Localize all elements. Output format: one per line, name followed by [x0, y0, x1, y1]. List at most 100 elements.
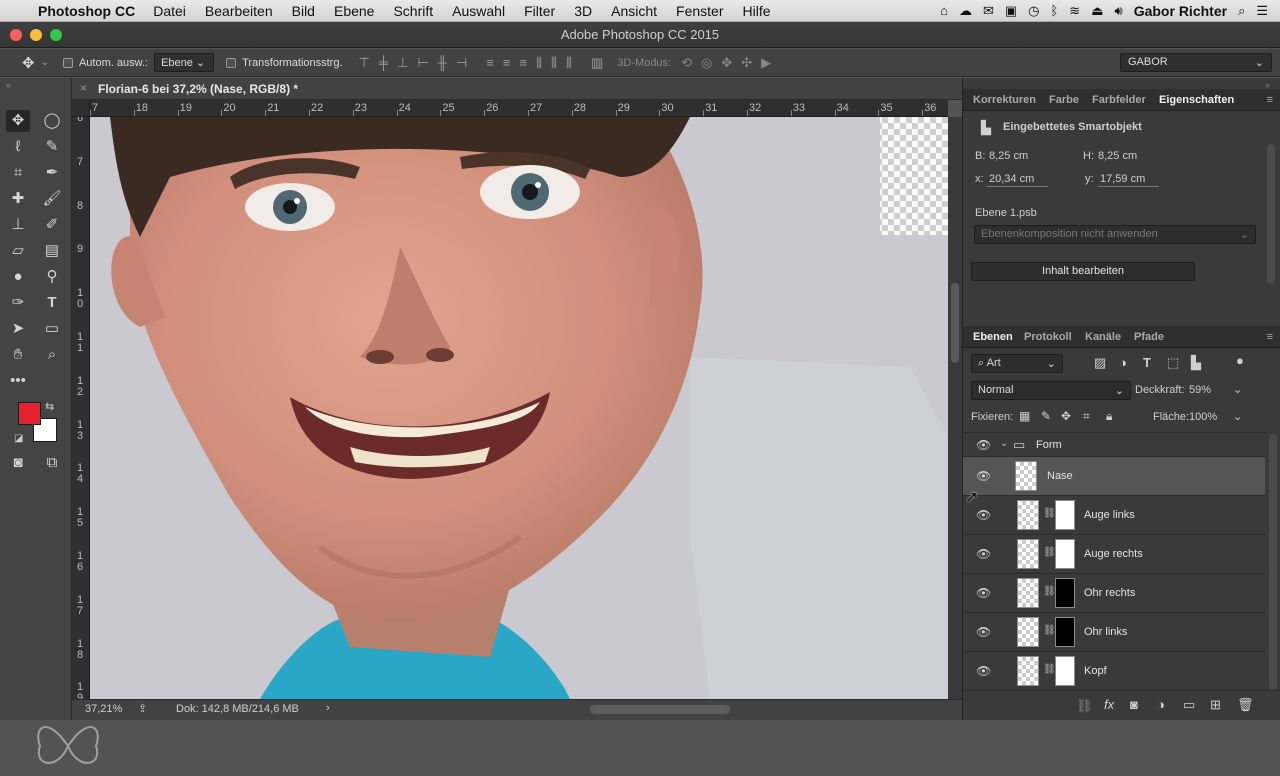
lock-transparency-icon[interactable]: ▦ [1019, 409, 1030, 423]
layer-comp-dropdown[interactable]: Ebenenkomposition nicht anwenden ⌄ [974, 225, 1256, 244]
3d-pan-icon[interactable]: ✥ [721, 55, 732, 71]
tab-korrekturen[interactable]: Korrekturen [973, 94, 1036, 106]
horizontal-scroll-thumb[interactable] [590, 705, 730, 714]
menu-fenster[interactable]: Fenster [676, 3, 723, 19]
visibility-eye-icon[interactable]: 👁︎ [976, 438, 991, 452]
quick-select-icon[interactable]: ✎ [40, 136, 64, 158]
tab-farbe[interactable]: Farbe [1049, 94, 1079, 106]
lock-pixels-icon[interactable]: ✎ [1041, 409, 1051, 423]
opacity-value[interactable]: 59% [1189, 384, 1211, 396]
eraser-icon[interactable]: ▱ [6, 240, 30, 262]
new-group-icon[interactable]: ▭ [1183, 697, 1195, 713]
chevron-down-icon[interactable]: ⌄ [41, 57, 49, 68]
distribute-left-icon[interactable]: ⫼ [536, 55, 542, 71]
auto-select-checkbox[interactable] [62, 57, 73, 68]
menu-app-name[interactable]: Photoshop CC [38, 3, 135, 19]
chevron-down-icon[interactable]: ⌄ [1000, 438, 1008, 449]
visibility-eye-icon[interactable]: 👁︎ [976, 586, 991, 600]
layer-mask-thumbnail[interactable] [1055, 539, 1075, 569]
menu-schrift[interactable]: Schrift [393, 3, 433, 19]
auto-align-icon[interactable]: ▥ [591, 55, 603, 71]
add-mask-icon[interactable]: ◙ [1130, 697, 1138, 712]
minimize-window-button[interactable] [30, 29, 42, 41]
3d-roll-icon[interactable]: ◎ [701, 55, 712, 71]
tab-protokoll[interactable]: Protokoll [1024, 331, 1072, 343]
align-vcenter-icon[interactable]: ╪ [379, 55, 388, 71]
mail-icon[interactable]: ✉ [983, 3, 994, 19]
type-icon[interactable]: T [40, 292, 64, 314]
list-icon[interactable]: ☰ [1256, 3, 1268, 19]
auto-select-dropdown[interactable]: Ebene ⌄ [154, 53, 215, 72]
distribute-bottom-icon[interactable]: ≡ [519, 55, 527, 71]
link-mask-icon[interactable]: ⛓︎ [1043, 625, 1056, 636]
crop-icon[interactable]: ⌗ [6, 162, 30, 184]
layer-group-row[interactable]: 👁︎ ⌄ ▭ Form [963, 433, 1265, 457]
new-layer-icon[interactable]: ⊞ [1210, 697, 1221, 713]
menu-bild[interactable]: Bild [292, 3, 315, 19]
opacity-chevron-icon[interactable]: ⌄ [1233, 383, 1242, 396]
wifi-icon[interactable]: ≋ [1069, 3, 1080, 19]
layer-row[interactable]: 👁︎ ⛓︎ Auge rechts [963, 535, 1265, 574]
tab-ebenen[interactable]: Ebenen [973, 331, 1013, 343]
properties-scrollbar[interactable] [1267, 144, 1275, 284]
canvas-scroll-thumb[interactable] [951, 283, 959, 363]
zoom-level[interactable]: 37,21% [85, 703, 122, 715]
more-tools-icon[interactable]: ••• [6, 370, 30, 392]
link-mask-icon[interactable]: ⛓︎ [1043, 508, 1056, 519]
screen-icon[interactable]: ▣ [1005, 3, 1017, 19]
3d-scale-icon[interactable]: ▶ [761, 55, 771, 71]
link-mask-icon[interactable]: ⛓︎ [1043, 547, 1056, 558]
filter-adjustment-icon[interactable]: ◑ [1119, 355, 1127, 370]
transform-controls-checkbox[interactable] [226, 57, 237, 68]
lock-all-icon[interactable]: 🔒︎ [1106, 409, 1112, 424]
distribute-top-icon[interactable]: ≡ [486, 55, 494, 71]
lock-position-icon[interactable]: ✥ [1061, 409, 1071, 423]
layer-mask-thumbnail[interactable] [1055, 617, 1075, 647]
healing-brush-icon[interactable]: ✚ [6, 188, 30, 210]
pen-icon[interactable]: ✑ [6, 292, 30, 314]
tab-farbfelder[interactable]: Farbfelder [1092, 94, 1146, 106]
menu-3d[interactable]: 3D [574, 3, 592, 19]
menu-ebene[interactable]: Ebene [334, 3, 374, 19]
layers-menu-icon[interactable]: ≡ [1267, 331, 1273, 343]
layer-row[interactable]: 👁︎ ⛓︎ Kopf [963, 652, 1265, 691]
ellipse-marquee-icon[interactable]: ◯ [40, 110, 64, 132]
tab-eigenschaften[interactable]: Eigenschaften [1159, 94, 1234, 106]
move-tool-icon[interactable]: ✥ [6, 110, 30, 132]
align-top-icon[interactable]: ⊤ [359, 55, 370, 71]
dodge-icon[interactable]: ⚲ [40, 266, 64, 288]
ruler-origin[interactable] [72, 100, 90, 117]
panel-menu-icon[interactable]: ≡ [1267, 94, 1273, 106]
layers-scrollbar[interactable] [1269, 434, 1277, 690]
home-icon[interactable]: ⌂ [940, 3, 948, 18]
cloud-icon[interactable]: ☁ [959, 3, 972, 19]
eject-icon[interactable]: ⏏ [1091, 3, 1103, 19]
layer-thumbnail[interactable] [1017, 539, 1039, 569]
document-tab[interactable]: × Florian-6 bei 37,2% (Nase, RGB/8) * [72, 78, 962, 100]
3d-orbit-icon[interactable]: ⟲ [681, 55, 692, 71]
swap-colors-icon[interactable]: ⇆ [45, 400, 54, 413]
close-document-icon[interactable]: × [80, 81, 87, 95]
menu-datei[interactable]: Datei [153, 3, 186, 19]
eyedropper-icon[interactable]: ✒ [40, 162, 64, 184]
vertical-ruler[interactable]: 67891 01 11 21 31 41 51 61 71 81 92 0 [72, 117, 90, 699]
align-left-icon[interactable]: ⊢ [417, 55, 428, 71]
filter-pixel-icon[interactable]: ▨ [1094, 355, 1106, 371]
close-window-button[interactable] [10, 29, 22, 41]
filter-smartobject-icon[interactable]: ▙ [1191, 355, 1201, 371]
history-brush-icon[interactable]: ✐ [40, 214, 64, 236]
visibility-eye-icon[interactable]: 👁︎ [976, 508, 991, 522]
document-canvas[interactable] [90, 117, 948, 699]
filter-toggle-icon[interactable]: ● [1236, 353, 1244, 368]
zoom-icon[interactable]: ⌕ [40, 344, 64, 366]
stamp-icon[interactable]: ⊥ [6, 214, 30, 236]
layer-thumbnail[interactable] [1017, 500, 1039, 530]
link-mask-icon[interactable]: ⛓︎ [1043, 586, 1056, 597]
menu-ansicht[interactable]: Ansicht [611, 3, 657, 19]
menu-bearbeiten[interactable]: Bearbeiten [205, 3, 273, 19]
rectangle-icon[interactable]: ▭ [40, 318, 64, 340]
tab-kanaele[interactable]: Kanäle [1085, 331, 1121, 343]
layer-mask-thumbnail[interactable] [1055, 578, 1075, 608]
layer-thumbnail[interactable] [1017, 656, 1039, 686]
link-mask-icon[interactable]: ⛓︎ [1043, 664, 1056, 675]
